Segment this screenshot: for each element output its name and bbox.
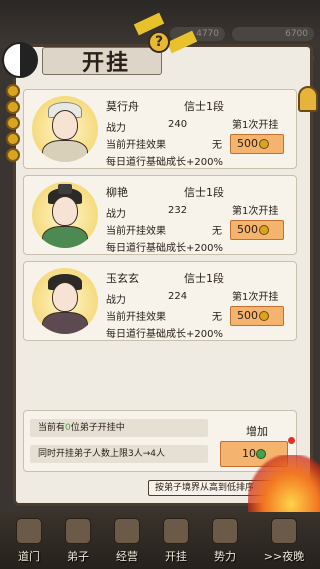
effect-value: 无 — [212, 226, 222, 237]
bell-icon[interactable] — [298, 86, 318, 112]
nav-item-faction[interactable]: 势力 — [200, 512, 250, 569]
price-value: 500 — [237, 137, 258, 150]
power-label: 战力 — [106, 209, 126, 220]
cheat-icon — [163, 518, 189, 544]
nav-item-business[interactable]: 经营 — [102, 512, 152, 569]
price-value: 500 — [237, 309, 258, 322]
effect-label: 当前开挂效果 — [106, 226, 166, 237]
power-label: 战力 — [106, 295, 126, 306]
shop-icon — [114, 518, 140, 544]
nav-item-daomen[interactable]: 道门 — [4, 512, 54, 569]
bottom-nav: 道门 弟子 经营 开挂 势力 >>夜晚 — [0, 512, 320, 569]
cheat-button[interactable]: 500 — [230, 134, 284, 154]
nav-item-night[interactable]: >>夜晚 — [252, 512, 316, 569]
avatar — [32, 182, 98, 248]
growth-text: 每日道行基础成长+200% — [106, 329, 223, 340]
limit-text: 同时开挂弟子人数上限3人→4人 — [30, 445, 208, 463]
power-value: 224 — [168, 291, 188, 302]
power-value: 232 — [168, 205, 188, 216]
notification-dot — [288, 437, 295, 444]
growth-text: 每日道行基础成长+200% — [106, 243, 223, 254]
cheat-count: 第1次开挂 — [232, 206, 279, 217]
nav-item-cheat[interactable]: 开挂 — [151, 512, 201, 569]
help-icon[interactable]: ? — [148, 31, 170, 53]
coin-chain-icon — [6, 84, 20, 98]
effect-value: 无 — [212, 312, 222, 323]
effect-label: 当前开挂效果 — [106, 312, 166, 323]
disciple-rank: 信士1段 — [184, 186, 224, 199]
power-value: 240 — [168, 119, 188, 130]
coin-icon — [259, 311, 269, 321]
resource-counter: 6700 — [232, 27, 314, 41]
power-label: 战力 — [106, 123, 126, 134]
disciple-rank: 信士1段 — [184, 100, 224, 113]
disciple-card: 莫行舟 信士1段 战力 240 当前开挂效果 无 每日道行基础成长+200% 第… — [23, 89, 297, 169]
disciple-name: 玉玄玄 — [106, 272, 139, 285]
faction-icon — [212, 518, 238, 544]
disciple-name: 柳艳 — [106, 186, 128, 199]
effect-value: 无 — [212, 140, 222, 151]
coin-icon — [259, 225, 269, 235]
cheat-count: 第1次开挂 — [232, 120, 279, 131]
cheat-button[interactable]: 500 — [230, 306, 284, 326]
price-value: 500 — [237, 223, 258, 236]
temple-icon — [16, 518, 42, 544]
cheat-button[interactable]: 500 — [230, 220, 284, 240]
moon-icon — [271, 518, 297, 544]
coin-chain-icon — [6, 132, 20, 146]
disciple-name: 莫行舟 — [106, 100, 139, 113]
coin-chain-icon — [6, 148, 20, 162]
yin-yang-icon — [2, 42, 38, 78]
current-cheat-count: 当前有0位弟子开挂中 — [30, 419, 208, 437]
increase-label: 增加 — [246, 425, 268, 438]
disciple-card: 柳艳 信士1段 战力 232 当前开挂效果 无 每日道行基础成长+200% 第1… — [23, 175, 297, 255]
effect-label: 当前开挂效果 — [106, 140, 166, 151]
cheat-count: 第1次开挂 — [232, 292, 279, 303]
avatar — [32, 96, 98, 162]
avatar — [32, 268, 98, 334]
coin-chain-icon — [6, 100, 20, 114]
coin-chain-icon — [6, 116, 20, 130]
coin-icon — [259, 139, 269, 149]
disciple-icon — [65, 518, 91, 544]
growth-text: 每日道行基础成长+200% — [106, 157, 223, 168]
disciple-rank: 信士1段 — [184, 272, 224, 285]
disciple-card: 玉玄玄 信士1段 战力 224 当前开挂效果 无 每日道行基础成长+200% 第… — [23, 261, 297, 341]
nav-item-disciples[interactable]: 弟子 — [53, 512, 103, 569]
page-title: 开挂 — [82, 51, 131, 76]
